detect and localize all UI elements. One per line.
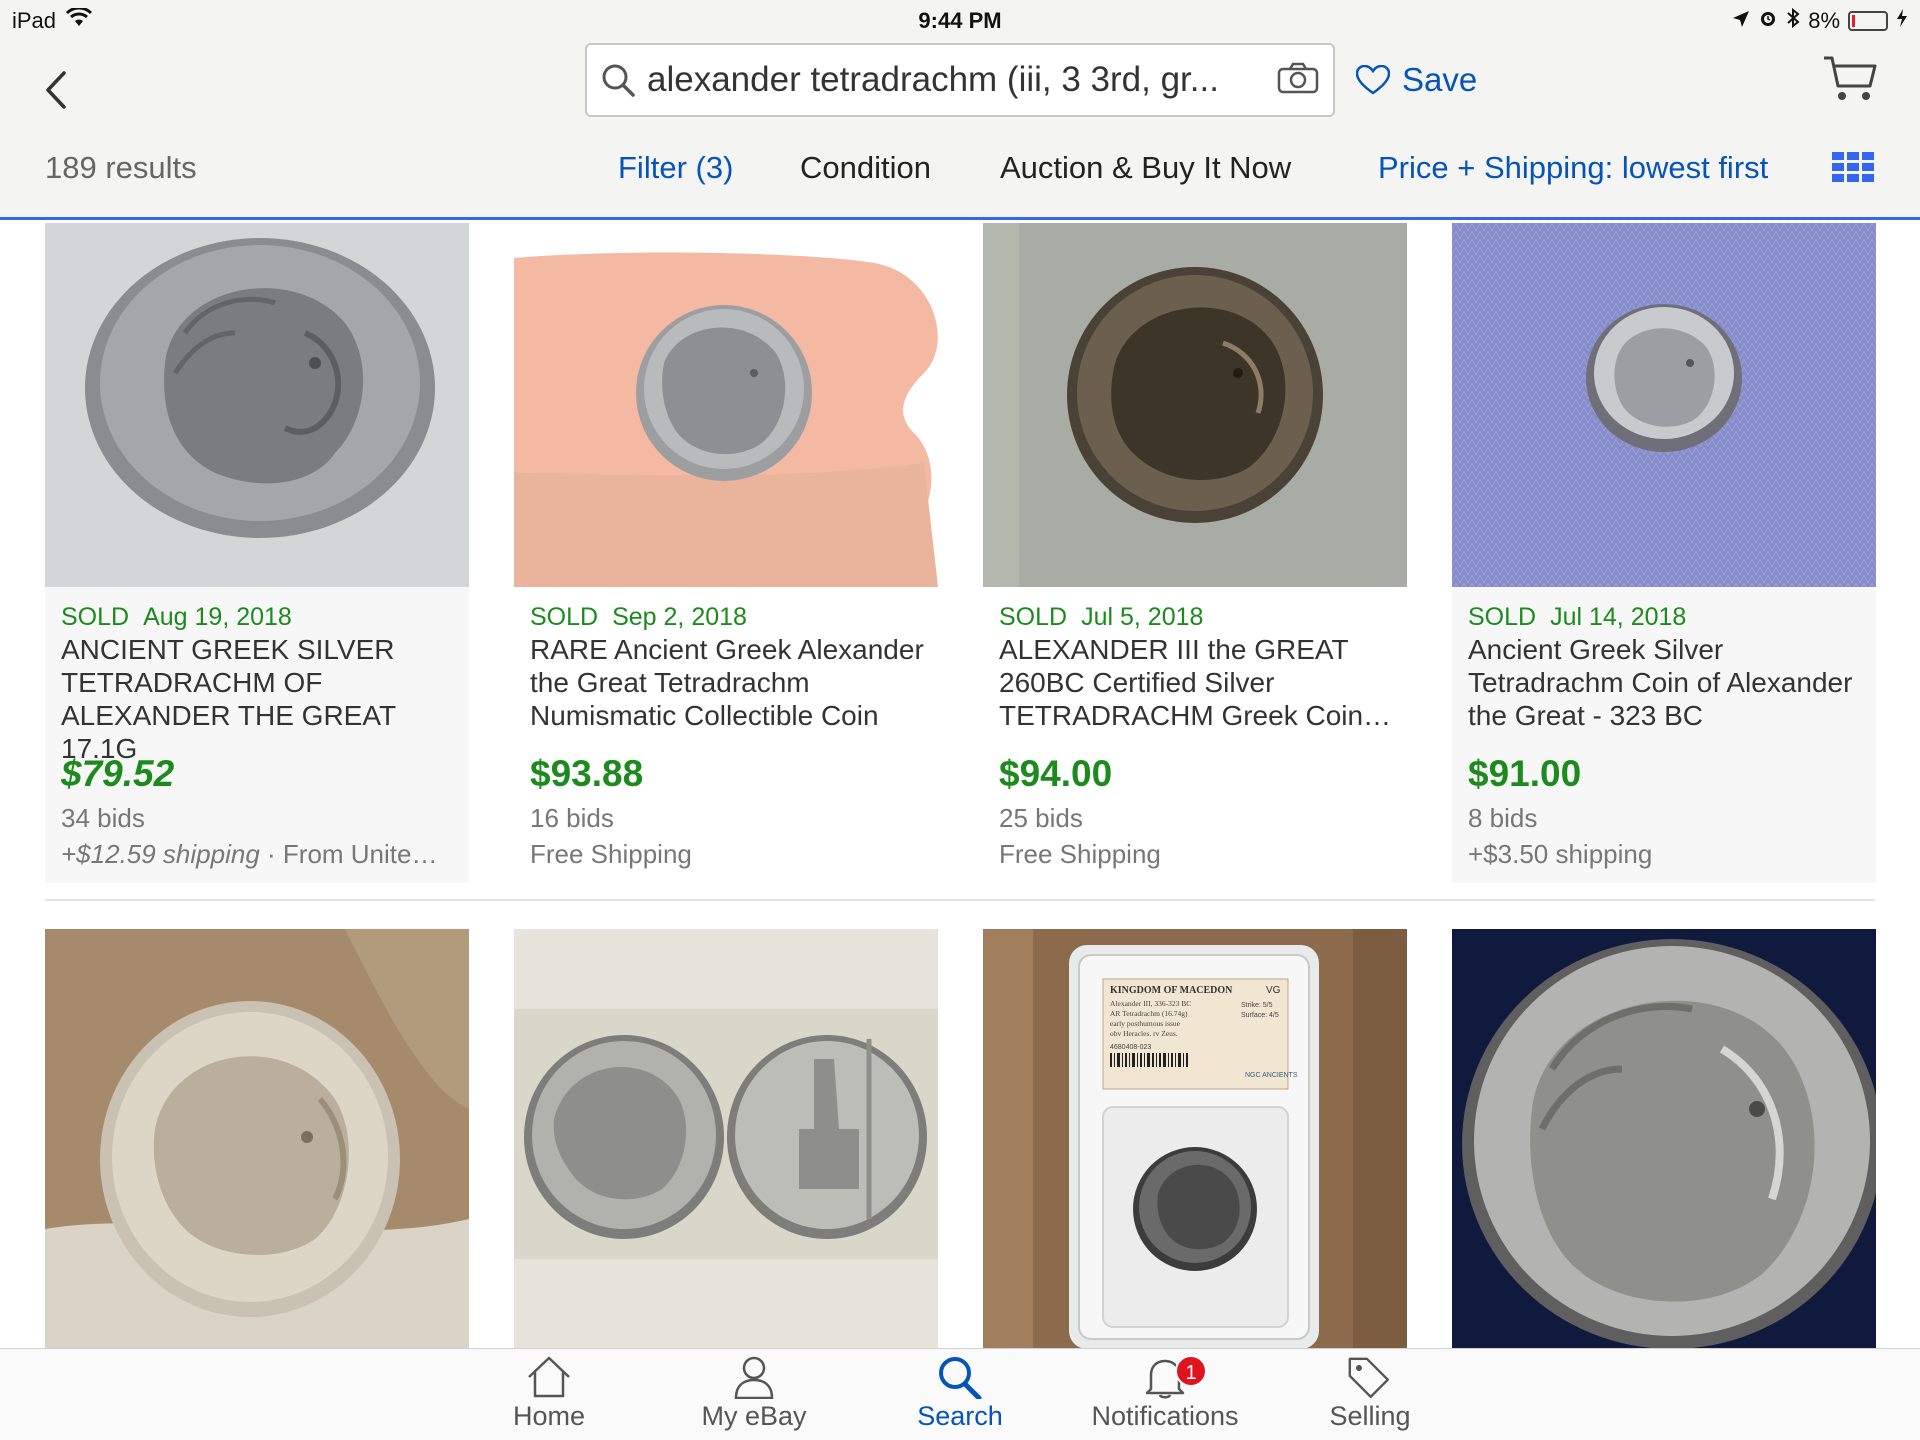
listing-card[interactable]: SOLD Aug 19, 2018 ANCIENT GREEK SILVER TE… (45, 223, 469, 883)
home-icon (528, 1356, 570, 1398)
status-bar: iPad 9:44 PM 8% (0, 0, 1920, 40)
listing-image: KINGDOM OF MACEDON VG Alexander III, 336… (983, 929, 1407, 1348)
alarm-icon (1758, 8, 1778, 34)
clock: 9:44 PM (918, 8, 1002, 33)
slab-grade: VG (1266, 985, 1281, 996)
shipping-info: +$3.50 shipping (1468, 839, 1653, 869)
chevron-left-icon (46, 71, 66, 109)
sold-status: SOLD Aug 19, 2018 (61, 603, 292, 631)
location-arrow-icon (1732, 8, 1750, 34)
sold-date: Sep 2, 2018 (612, 603, 747, 631)
filter-button[interactable]: Filter (3) (618, 150, 733, 186)
listing-card[interactable]: SOLD Sep 2, 2018 RARE Ancient Greek Alexa… (514, 223, 938, 883)
listing-card[interactable]: SOLD Jul 5, 2018 ALEXANDER III the GREAT … (983, 223, 1407, 883)
listing-card[interactable]: KINGDOM OF MACEDON VG Alexander III, 336… (983, 929, 1407, 1348)
sold-status: SOLD Jul 14, 2018 (1468, 603, 1687, 631)
search-header: alexander tetradrachm (iii, 3 3rd, gr...… (0, 40, 1920, 220)
results-count: 189 results (45, 150, 197, 185)
listing-card[interactable] (1452, 929, 1876, 1348)
condition-filter[interactable]: Condition (800, 150, 931, 186)
person-icon (734, 1356, 774, 1399)
listing-title[interactable]: ANCIENT GREEK SILVER TETRADRACHM OF ALEX… (61, 633, 461, 765)
heart-icon (1356, 65, 1390, 95)
slab-line: AR Tetradrachm (16.74g) (1110, 1009, 1188, 1018)
slab-line: obv Heracles. rv Zeus. (1110, 1029, 1178, 1038)
listing-image (45, 223, 469, 587)
battery-percent: 8% (1808, 8, 1840, 33)
tag-icon (1348, 1357, 1389, 1398)
slab-surface: Surface: 4/5 (1241, 1012, 1279, 1019)
listing-price: $94.00 (999, 753, 1113, 794)
tab-home[interactable]: Home (459, 1355, 639, 1440)
listing-image (983, 223, 1407, 587)
tab-notifications[interactable]: 1 Notifications (1075, 1355, 1255, 1440)
listing-title[interactable]: Ancient Greek Silver Tetradrachm Coin of… (1468, 633, 1868, 732)
sold-status: SOLD Sep 2, 2018 (530, 603, 747, 631)
slab-line: early posthumous issue (1110, 1019, 1181, 1028)
listing-price: $79.52 (61, 753, 175, 794)
listing-title[interactable]: RARE Ancient Greek Alexander the Great T… (530, 633, 930, 732)
notification-badge: 1 (1175, 1355, 1207, 1387)
search-query: alexander tetradrachm (iii, 3 3rd, gr... (647, 60, 1219, 99)
sort-button[interactable]: Price + Shipping: lowest first (1378, 150, 1768, 186)
slab-line: Alexander III, 336-323 BC (1110, 999, 1191, 1008)
slab-title: KINGDOM OF MACEDON (1110, 985, 1233, 996)
listing-card[interactable]: SOLD Jul 14, 2018 Ancient Greek Silver Te… (1452, 223, 1876, 883)
cart-icon (1824, 56, 1877, 100)
listing-price: $93.88 (530, 753, 644, 794)
charging-icon (1896, 8, 1908, 34)
listing-image (514, 929, 938, 1348)
shipping-info: Free Shipping (999, 839, 1161, 869)
results-grid: SOLD Aug 19, 2018 ANCIENT GREEK SILVER TE… (0, 223, 1920, 1348)
listing-card[interactable] (45, 929, 469, 1348)
battery-icon (1848, 11, 1888, 31)
sold-status: SOLD Jul 5, 2018 (999, 603, 1204, 631)
sold-date: Jul 5, 2018 (1081, 603, 1204, 631)
slab-brand: NGC ANCIENTS (1245, 1072, 1298, 1079)
listing-title[interactable]: ALEXANDER III the GREAT 260BC Certified … (999, 633, 1399, 732)
listing-image (514, 223, 938, 587)
slab-strike: Strike: 5/5 (1241, 1002, 1273, 1009)
sold-date: Jul 14, 2018 (1550, 603, 1687, 631)
shipping-info: +$12.59 shipping · From Unite… (61, 839, 438, 869)
slab-cert: 4680408-023 (1110, 1044, 1151, 1051)
bid-count: 16 bids (530, 803, 614, 833)
camera-icon[interactable] (1277, 62, 1319, 99)
tab-search[interactable]: Search (870, 1355, 1050, 1440)
save-label: Save (1402, 61, 1478, 98)
search-icon (602, 64, 635, 97)
search-icon (939, 1357, 982, 1399)
shipping-info: Free Shipping (530, 839, 692, 869)
tab-my-ebay[interactable]: My eBay (664, 1355, 844, 1440)
listing-image (1452, 223, 1876, 587)
bid-count: 8 bids (1468, 803, 1538, 833)
bottom-tab-bar: Home My eBay Search 1 Notifications Sell… (0, 1348, 1920, 1440)
listing-price: $91.00 (1468, 753, 1582, 794)
cart-button[interactable] (1822, 54, 1878, 104)
tab-selling[interactable]: Selling (1280, 1355, 1460, 1440)
row-divider (45, 899, 1875, 901)
save-search-button[interactable]: Save (1356, 58, 1477, 102)
listing-image (1452, 929, 1876, 1348)
listing-card[interactable] (514, 929, 938, 1348)
back-button[interactable] (36, 60, 76, 120)
search-input[interactable]: alexander tetradrachm (iii, 3 3rd, gr... (585, 43, 1335, 117)
format-filter[interactable]: Auction & Buy It Now (1000, 150, 1291, 186)
sold-date: Aug 19, 2018 (143, 603, 292, 631)
bid-count: 25 bids (999, 803, 1083, 833)
bid-count: 34 bids (61, 803, 145, 833)
listing-image (45, 929, 469, 1348)
grid-view-icon[interactable] (1832, 152, 1874, 184)
bluetooth-icon (1786, 7, 1800, 34)
